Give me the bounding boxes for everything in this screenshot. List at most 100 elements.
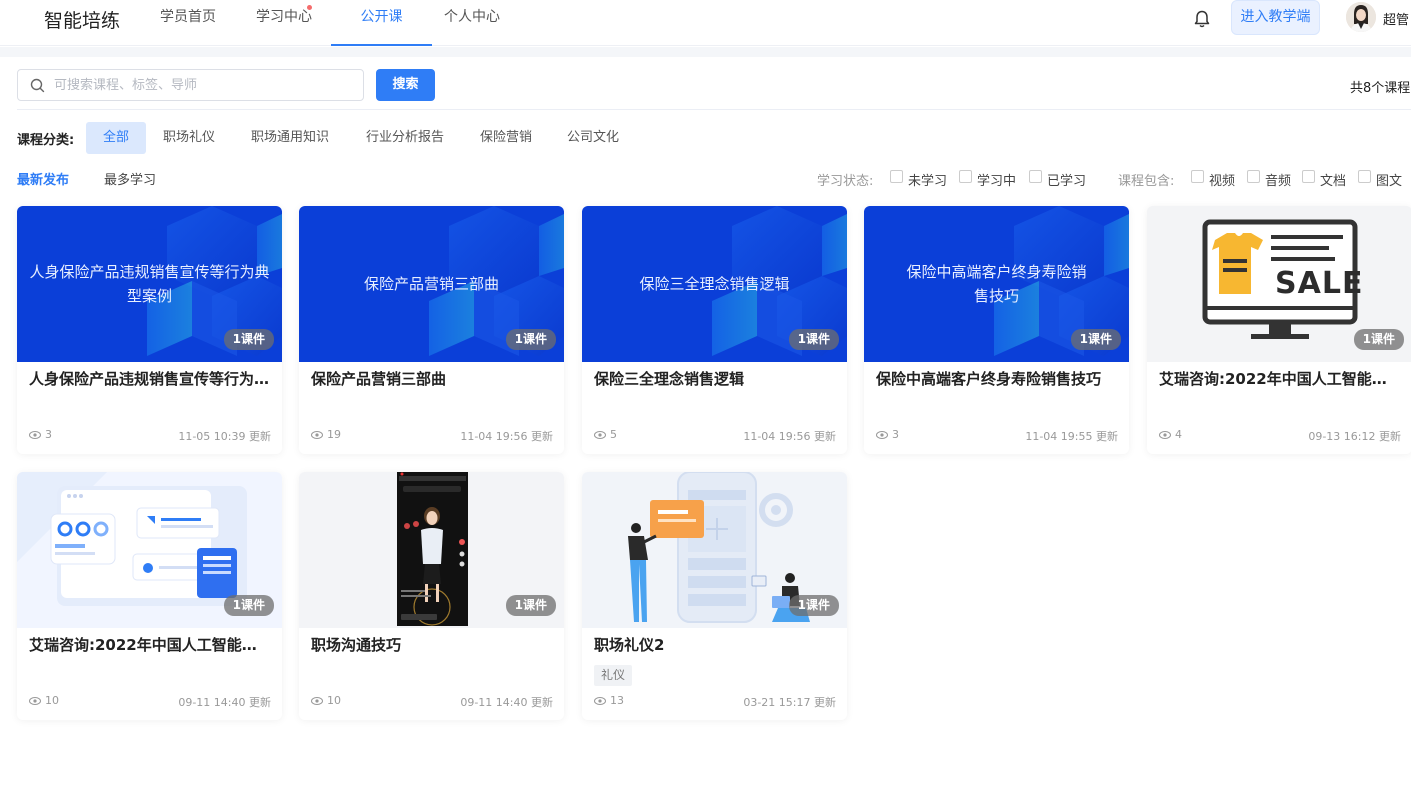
course-title[interactable]: 职场沟通技巧 — [311, 635, 553, 655]
eye-icon — [311, 696, 323, 705]
include-document-label[interactable]: 文档 — [1320, 170, 1346, 189]
course-tag[interactable]: 礼仪 — [594, 665, 633, 686]
view-count-value: 13 — [610, 694, 624, 707]
checkbox-not-studied[interactable] — [890, 170, 903, 183]
view-count-value: 4 — [1175, 428, 1182, 441]
eye-icon — [29, 696, 41, 705]
course-cover: 保险三全理念销售逻辑 1课件 — [582, 206, 847, 362]
courseware-count-badge: 1课件 — [505, 329, 556, 350]
courseware-count-badge: 1课件 — [505, 595, 556, 616]
courseware-count-badge: 1课件 — [788, 329, 839, 350]
course-cover: 保险产品营销三部曲 1课件 — [299, 206, 564, 362]
sort-latest[interactable]: 最新发布 — [17, 169, 69, 188]
category-industry-report[interactable]: 行业分析报告 — [359, 122, 451, 154]
checkbox-studying[interactable] — [959, 170, 972, 183]
notification-dot — [307, 5, 312, 10]
course-card[interactable]: SALE 1课件 艾瑞咨询:2022年中国人工智能产业研究报告 4 09-13 … — [1147, 206, 1411, 454]
include-video-label[interactable]: 视频 — [1209, 170, 1235, 189]
category-workplace-knowledge[interactable]: 职场通用知识 — [244, 122, 336, 154]
view-count: 4 — [1159, 428, 1182, 441]
status-studying-label[interactable]: 学习中 — [977, 170, 1016, 189]
courseware-count-badge: 1课件 — [223, 595, 274, 616]
update-time: 09-13 16:12 更新 — [1308, 430, 1401, 443]
update-time: 11-04 19:55 更新 — [1025, 430, 1118, 443]
view-count: 5 — [594, 428, 617, 441]
nav-open-course[interactable]: 公开课 — [331, 0, 432, 46]
eye-icon — [876, 430, 888, 439]
enter-teaching-button[interactable]: 进入教学端 — [1231, 0, 1320, 35]
view-count: 3 — [29, 428, 52, 441]
brand-logo[interactable]: 智能培练 — [44, 6, 120, 33]
course-card[interactable]: 1课件 职场礼仪2 礼仪 13 03-21 15:17 更新 — [582, 472, 847, 720]
view-count-value: 19 — [327, 428, 341, 441]
top-navbar: 智能培练 学员首页 学习中心 公开课 个人中心 进入教学端 超管 — [0, 0, 1411, 46]
user-name[interactable]: 超管 — [1383, 9, 1409, 28]
course-cover: SALE 1课件 — [1147, 206, 1411, 362]
view-count: 13 — [594, 694, 624, 707]
course-title[interactable]: 人身保险产品违规销售宣传等行为典型案例 — [29, 369, 271, 389]
status-studied-label[interactable]: 已学习 — [1047, 170, 1086, 189]
divider — [17, 109, 1411, 110]
study-status-label: 学习状态: — [817, 174, 874, 189]
update-time: 11-04 19:56 更新 — [460, 430, 553, 443]
course-title[interactable]: 职场礼仪2 — [594, 635, 836, 655]
course-cover: 1课件 — [582, 472, 847, 628]
eye-icon — [594, 430, 606, 439]
course-card[interactable]: 1课件 职场沟通技巧 10 09-11 14:40 更新 — [299, 472, 564, 720]
nav-learning-center[interactable]: 学习中心 — [256, 0, 331, 46]
course-cover: 保险中高端客户终身寿险销售技巧 1课件 — [864, 206, 1129, 362]
main-nav: 学员首页 学习中心 公开课 个人中心 — [160, 0, 512, 46]
course-title[interactable]: 艾瑞咨询:2022年中国人工智能产业研究报告 — [1159, 369, 1401, 389]
search-button[interactable]: 搜索 — [376, 69, 435, 101]
update-time: 11-04 19:56 更新 — [743, 430, 836, 443]
include-audio-label[interactable]: 音频 — [1265, 170, 1291, 189]
user-avatar-icon — [1346, 2, 1376, 32]
course-title[interactable]: 保险中高端客户终身寿险销售技巧 — [876, 369, 1118, 389]
eye-icon — [29, 430, 41, 439]
category-company-culture[interactable]: 公司文化 — [561, 122, 625, 154]
search-box[interactable] — [17, 69, 364, 101]
search-input[interactable] — [54, 74, 354, 96]
checkbox-audio[interactable] — [1247, 170, 1260, 183]
search-icon — [30, 78, 45, 93]
view-count: 10 — [29, 694, 59, 707]
course-title[interactable]: 保险三全理念销售逻辑 — [594, 369, 836, 389]
avatar[interactable] — [1346, 2, 1376, 32]
view-count: 19 — [311, 428, 341, 441]
category-workplace-etiquette[interactable]: 职场礼仪 — [157, 122, 221, 154]
eye-icon — [311, 430, 323, 439]
update-time: 03-21 15:17 更新 — [743, 696, 836, 709]
status-not-studied-label[interactable]: 未学习 — [908, 170, 947, 189]
nav-student-home[interactable]: 学员首页 — [160, 0, 256, 46]
sort-most-studied[interactable]: 最多学习 — [104, 169, 156, 188]
course-card[interactable]: 保险中高端客户终身寿险销售技巧 1课件 保险中高端客户终身寿险销售技巧 3 11… — [864, 206, 1129, 454]
category-insurance-marketing[interactable]: 保险营销 — [474, 122, 538, 154]
courseware-count-badge: 1课件 — [223, 329, 274, 350]
checkbox-studied[interactable] — [1029, 170, 1042, 183]
course-title[interactable]: 保险产品营销三部曲 — [311, 369, 553, 389]
content-include-label: 课程包含: — [1118, 174, 1175, 189]
checkbox-document[interactable] — [1302, 170, 1315, 183]
nav-personal-center[interactable]: 个人中心 — [432, 0, 512, 46]
courseware-count-badge: 1课件 — [1070, 329, 1121, 350]
course-card[interactable]: 保险产品营销三部曲 1课件 保险产品营销三部曲 19 11-04 19:56 更… — [299, 206, 564, 454]
course-card[interactable]: 人身保险产品违规销售宣传等行为典型案例 1课件 人身保险产品违规销售宣传等行为典… — [17, 206, 282, 454]
bell-icon[interactable] — [1193, 9, 1211, 29]
eye-icon — [594, 696, 606, 705]
view-count: 3 — [876, 428, 899, 441]
view-count-value: 5 — [610, 428, 617, 441]
course-card[interactable]: 1课件 艾瑞咨询:2022年中国人工智能产业研究报告 10 09-11 14:4… — [17, 472, 282, 720]
include-image-text-label[interactable]: 图文 — [1376, 170, 1402, 189]
update-time: 09-11 14:40 更新 — [460, 696, 553, 709]
course-title[interactable]: 艾瑞咨询:2022年中国人工智能产业研究报告 — [29, 635, 271, 655]
header-separator — [0, 47, 1411, 57]
course-total-count: 共8个课程 — [1350, 81, 1411, 96]
update-time: 09-11 14:40 更新 — [178, 696, 271, 709]
checkbox-image-text[interactable] — [1358, 170, 1371, 183]
category-all[interactable]: 全部 — [86, 122, 146, 154]
category-label: 课程分类: — [17, 133, 75, 148]
course-cover: 人身保险产品违规销售宣传等行为典型案例 1课件 — [17, 206, 282, 362]
eye-icon — [1159, 430, 1171, 439]
checkbox-video[interactable] — [1191, 170, 1204, 183]
course-card[interactable]: 保险三全理念销售逻辑 1课件 保险三全理念销售逻辑 5 11-04 19:56 … — [582, 206, 847, 454]
